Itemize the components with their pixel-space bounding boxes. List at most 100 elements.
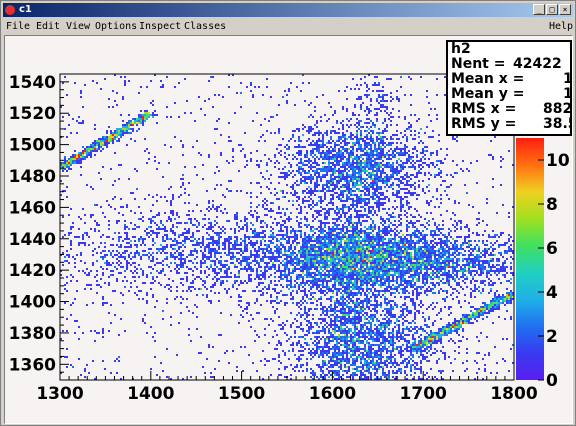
histogram-bin	[448, 186, 450, 188]
histogram-bin	[396, 256, 398, 258]
histogram-bin	[208, 156, 210, 158]
histogram-bin	[376, 170, 378, 172]
histogram-bin	[348, 164, 350, 166]
histogram-bin	[180, 178, 182, 180]
histogram-bin	[408, 180, 410, 182]
histogram-bin	[298, 250, 300, 252]
histogram-bin	[348, 244, 350, 246]
histogram-bin	[136, 130, 138, 132]
histogram-bin	[176, 256, 178, 258]
histogram-bin	[284, 220, 286, 222]
histogram-bin	[352, 262, 354, 264]
histogram-bin	[148, 194, 150, 196]
histogram-bin	[386, 138, 388, 140]
histogram-bin	[274, 236, 276, 238]
histogram-bin	[290, 260, 292, 262]
histogram-bin	[314, 262, 316, 264]
histogram-bin	[306, 154, 308, 156]
histogram-bin	[276, 238, 278, 240]
histogram-bin	[378, 90, 380, 92]
histogram-bin	[446, 194, 448, 196]
histogram-bin	[386, 174, 388, 176]
histogram-bin	[394, 172, 396, 174]
histogram-bin	[468, 254, 470, 256]
histogram-bin	[366, 142, 368, 144]
histogram-bin	[322, 230, 324, 232]
histogram-bin	[148, 258, 150, 260]
histogram-bin	[322, 258, 324, 260]
histogram-bin	[206, 228, 208, 230]
histogram-bin	[250, 250, 252, 252]
histogram-bin	[348, 198, 350, 200]
histogram-bin	[358, 200, 360, 202]
histogram-bin	[368, 256, 370, 258]
histogram-bin	[84, 150, 86, 152]
histogram-bin	[286, 174, 288, 176]
histogram-bin	[366, 106, 368, 108]
histogram-bin	[328, 254, 330, 256]
histogram-bin	[108, 228, 110, 230]
histogram-bin	[120, 114, 122, 116]
histogram-bin	[380, 194, 382, 196]
histogram-bin	[178, 242, 180, 244]
histogram-bin	[282, 138, 284, 140]
histogram-bin	[362, 158, 364, 160]
histogram-bin	[326, 168, 328, 170]
histogram-bin	[304, 234, 306, 236]
histogram-bin	[328, 142, 330, 144]
histogram-bin	[116, 250, 118, 252]
histogram-bin	[154, 222, 156, 224]
histogram-bin	[116, 132, 118, 134]
histogram-bin	[348, 260, 350, 262]
histogram-bin	[346, 258, 348, 260]
histogram-bin	[98, 138, 100, 140]
histogram-bin	[378, 240, 380, 242]
histogram-bin	[414, 186, 416, 188]
histogram-bin	[170, 200, 172, 202]
histogram-bin	[448, 262, 450, 264]
histogram-bin	[142, 116, 144, 118]
histogram-bin	[408, 158, 410, 160]
histogram-bin	[400, 236, 402, 238]
histogram-bin	[434, 254, 436, 256]
histogram-bin	[360, 210, 362, 212]
histogram-bin	[126, 124, 128, 126]
histogram-bin	[342, 148, 344, 150]
histogram-bin	[166, 252, 168, 254]
histogram-bin	[324, 250, 326, 252]
histogram-bin	[320, 170, 322, 172]
histogram-bin	[492, 258, 494, 260]
histogram-bin	[366, 114, 368, 116]
histogram-bin	[390, 100, 392, 102]
histogram-bin	[330, 248, 332, 250]
histogram-bin	[388, 200, 390, 202]
histogram-bin	[352, 222, 354, 224]
histogram-bin	[296, 220, 298, 222]
histogram-bin	[440, 244, 442, 246]
histogram-bin	[416, 156, 418, 158]
histogram-bin	[306, 218, 308, 220]
histogram-bin	[398, 170, 400, 172]
histogram-bin	[364, 258, 366, 260]
histogram-bin	[334, 246, 336, 248]
histogram-bin	[396, 244, 398, 246]
histogram-bin	[138, 128, 140, 130]
histogram-bin	[132, 128, 134, 130]
histogram-bin	[386, 232, 388, 234]
histogram-bin	[110, 136, 112, 138]
histogram-bin	[460, 222, 462, 224]
histogram-bin	[242, 226, 244, 228]
histogram-bin	[366, 156, 368, 158]
histogram-bin	[338, 174, 340, 176]
histogram-bin	[366, 204, 368, 206]
histogram-bin	[442, 260, 444, 262]
histogram-bin	[322, 156, 324, 158]
histogram-bin	[374, 170, 376, 172]
histogram-bin	[310, 260, 312, 262]
histogram-bin	[324, 176, 326, 178]
histogram-bin	[242, 228, 244, 230]
histogram-bin	[436, 78, 438, 80]
histogram-bin	[258, 182, 260, 184]
histogram-bin	[348, 120, 350, 122]
histogram-bin	[468, 204, 470, 206]
